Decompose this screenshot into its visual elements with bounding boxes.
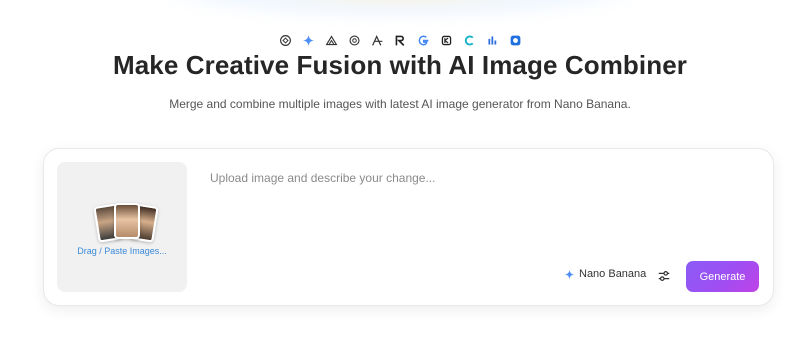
flux-icon: [370, 33, 385, 48]
generate-button[interactable]: Generate: [686, 261, 759, 292]
openai-alt-icon: [347, 33, 362, 48]
gemini-spark-icon: [301, 33, 316, 48]
google-icon: [416, 33, 431, 48]
kling-icon: [439, 33, 454, 48]
openai-icon: [278, 33, 293, 48]
hailuo-icon: [462, 33, 477, 48]
gemini-spark-icon: [564, 269, 575, 279]
ideogram-icon: [508, 33, 523, 48]
composer-card: Drag / Paste Images... Nano Banana Gener…: [43, 148, 774, 306]
midjourney-icon: [324, 33, 339, 48]
model-icon-row: [0, 33, 800, 48]
image-upload-dropzone[interactable]: Drag / Paste Images...: [57, 162, 187, 292]
sample-thumbnail: [114, 203, 140, 239]
page-title: Make Creative Fusion with AI Image Combi…: [112, 50, 687, 80]
upload-label: Drag / Paste Images...: [77, 246, 167, 256]
page: Make Creative Fusion with AI Image Combi…: [0, 0, 800, 355]
prompt-input[interactable]: [208, 169, 752, 253]
sample-thumbnails: [93, 202, 159, 243]
settings-sliders-icon[interactable]: [657, 269, 671, 283]
model-selector[interactable]: Nano Banana: [564, 268, 646, 280]
model-name: Nano Banana: [579, 268, 647, 280]
top-gradient-glow: [150, 0, 650, 20]
page-subtitle: Merge and combine multiple images with l…: [169, 97, 631, 111]
runway-icon: [393, 33, 408, 48]
seedance-icon: [485, 33, 500, 48]
